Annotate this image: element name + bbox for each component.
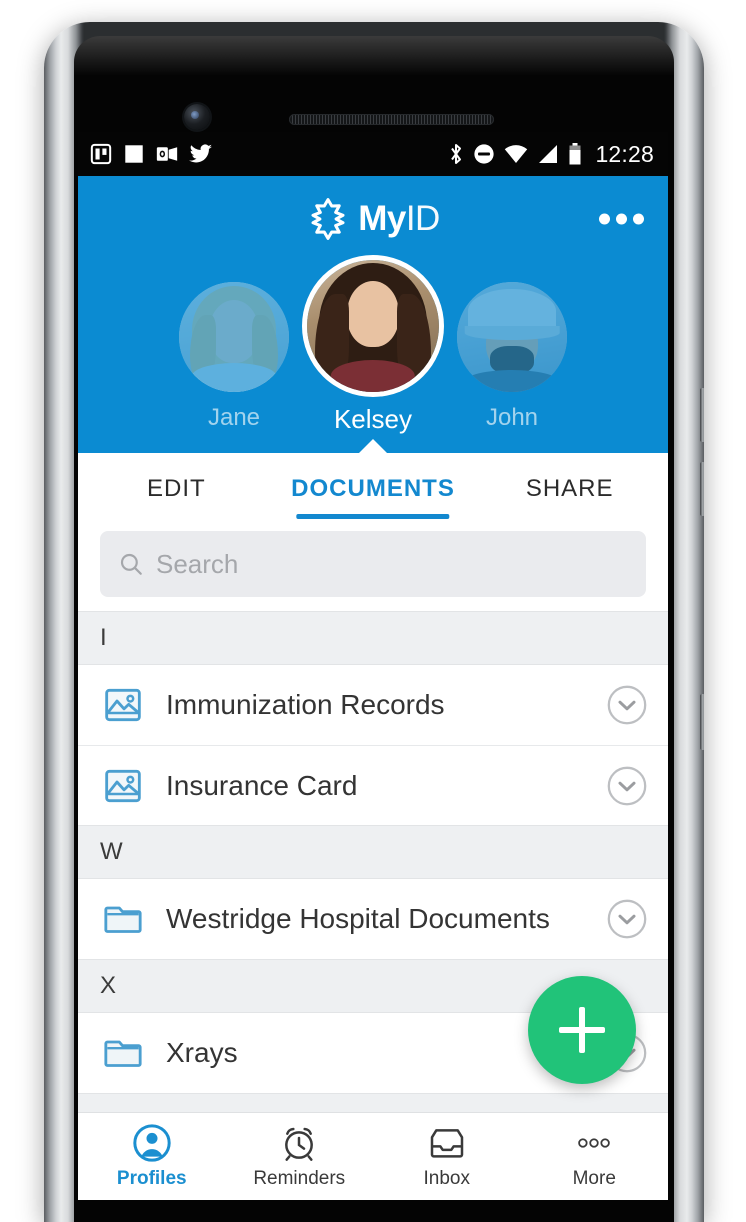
search-icon <box>120 553 142 575</box>
dot <box>616 213 627 225</box>
avatar <box>457 282 567 392</box>
list-item-title: Westridge Hospital Documents <box>166 903 550 934</box>
more-options-icon[interactable] <box>599 213 644 225</box>
white-square-icon <box>125 145 143 163</box>
power-button[interactable] <box>700 694 704 750</box>
section-header-i: I <box>78 611 668 665</box>
search-placeholder: Search <box>156 548 239 579</box>
list-item[interactable]: Westridge Hospital Documents <box>78 879 668 959</box>
nav-item-reminders[interactable]: Reminders <box>226 1113 374 1200</box>
brand-id-text: ID <box>405 199 441 238</box>
app-header: MyID Jane Kelsey John <box>78 176 668 454</box>
tab-documents[interactable]: DOCUMENTS <box>275 453 472 525</box>
add-document-button[interactable] <box>528 976 636 1084</box>
nav-label: Profiles <box>116 1168 187 1189</box>
twitter-icon <box>189 143 212 162</box>
selected-profile-caret <box>358 439 388 454</box>
tab-share[interactable]: SHARE <box>471 453 668 525</box>
list-item-title: Immunization Records <box>166 689 445 720</box>
wifi-icon <box>505 145 528 163</box>
nav-label: Reminders <box>253 1168 346 1189</box>
cellular-signal-icon <box>539 145 558 163</box>
chevron-down-circle-icon[interactable] <box>606 684 648 726</box>
list-item[interactable]: Immunization Records <box>78 665 668 745</box>
status-bar: 12:28 <box>78 132 668 176</box>
status-bar-clock: 12:28 <box>595 140 654 167</box>
camera-lens <box>191 111 199 119</box>
folder-icon <box>100 1033 146 1073</box>
profiles-carousel: Jane Kelsey John <box>78 250 668 435</box>
folder-icon <box>100 899 146 939</box>
image-icon <box>100 766 146 806</box>
chevron-down-circle-icon[interactable] <box>606 898 648 940</box>
trello-icon <box>90 143 112 165</box>
dot <box>633 213 644 225</box>
brand-my-text: My <box>358 199 406 238</box>
more-dots-icon <box>578 1138 611 1148</box>
bluetooth-icon <box>451 144 462 164</box>
star-of-life-icon <box>311 198 345 240</box>
nav-item-more[interactable]: More <box>521 1113 669 1200</box>
nav-item-inbox[interactable]: Inbox <box>373 1113 521 1200</box>
status-bar-notifications <box>90 143 213 165</box>
avatar <box>179 282 289 392</box>
volume-up-button[interactable] <box>700 388 704 442</box>
section-header-w: W <box>78 825 668 879</box>
list-item-title: Insurance Card <box>166 769 358 801</box>
list-item[interactable]: Insurance Card <box>78 745 668 825</box>
nav-item-profiles[interactable]: Profiles <box>78 1113 226 1200</box>
profile-name: John <box>485 404 539 431</box>
profile-item-john[interactable]: John <box>457 260 567 432</box>
app-title: MyID <box>358 199 440 239</box>
volume-down-button[interactable] <box>700 462 704 516</box>
image-icon <box>100 685 146 725</box>
profile-item-kelsey[interactable]: Kelsey <box>307 260 439 435</box>
alarm-clock-icon <box>285 1127 314 1161</box>
search-section: Search <box>78 525 668 611</box>
avatar <box>307 260 439 392</box>
do-not-disturb-icon <box>474 144 495 164</box>
front-camera-icon <box>184 104 210 130</box>
brand-row: MyID <box>78 188 668 250</box>
profile-name: Jane <box>207 404 261 431</box>
earpiece-speaker <box>289 114 494 125</box>
chevron-down-circle-icon[interactable] <box>606 765 648 807</box>
outlook-icon <box>156 147 178 161</box>
inbox-tray-icon <box>430 1129 463 1158</box>
profile-name: Kelsey <box>333 404 413 434</box>
phone-screen: 12:28 MyID Jane Kelsey John EDIT DOCUMEN… <box>78 132 668 1200</box>
status-bar-system-icons: 12:28 <box>448 141 654 168</box>
person-circle-icon <box>133 1124 171 1162</box>
profile-item-jane[interactable]: Jane <box>179 260 289 432</box>
tab-bar: EDIT DOCUMENTS SHARE <box>78 453 668 525</box>
battery-icon <box>569 143 581 165</box>
tab-edit[interactable]: EDIT <box>78 453 275 525</box>
bottom-navigation-bar: Profiles Reminders Inbox More <box>78 1112 668 1200</box>
nav-label: Inbox <box>423 1168 470 1189</box>
dot <box>599 213 610 225</box>
search-input[interactable]: Search <box>100 531 646 597</box>
app-logo: MyID <box>306 197 440 241</box>
nav-label: More <box>572 1168 616 1189</box>
